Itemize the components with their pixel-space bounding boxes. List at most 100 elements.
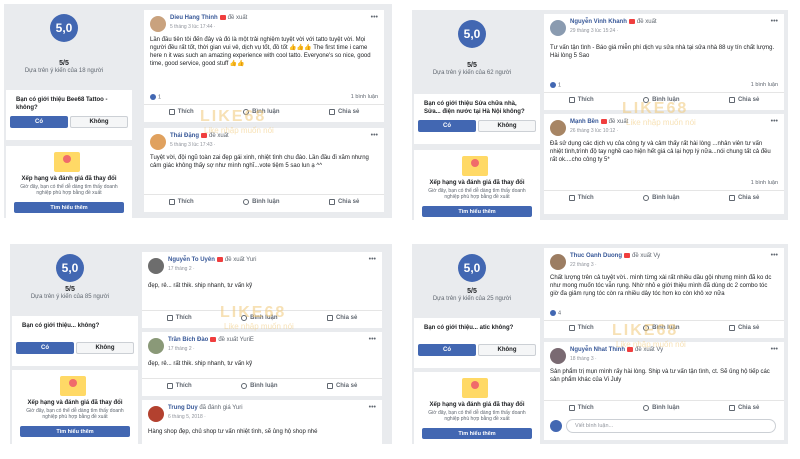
avatar[interactable]: [550, 20, 566, 36]
like-button[interactable]: Thích: [568, 194, 594, 201]
avatar[interactable]: [148, 258, 164, 274]
avatar[interactable]: [150, 16, 166, 32]
rating-sidebar: 5,0 5/5 Dựa trên ý kiến của 85 người Bạn…: [10, 244, 138, 444]
like-button[interactable]: Thích: [568, 324, 594, 331]
post-text: Tư vấn tận tình - Báo giá miễn phí dịch …: [550, 45, 775, 59]
comment-button[interactable]: Bình luận: [243, 198, 280, 205]
share-icon: [728, 404, 735, 411]
more-options-icon[interactable]: •••: [369, 336, 376, 343]
share-button[interactable]: Chia sẻ: [328, 198, 359, 205]
post-text: Lần đầu tiên tôi đến đây và đó là một tr…: [150, 37, 371, 67]
reviewer-name[interactable]: Trung Duy đã đánh giá Yuri: [168, 405, 243, 411]
share-button[interactable]: Chia sẻ: [326, 382, 357, 389]
reviewer-name-text[interactable]: Mạnh Bền: [570, 119, 599, 125]
comment-count[interactable]: 1 bình luận: [751, 180, 778, 186]
reviewer-name[interactable]: Trần Bích Đào đề xuất YuriE: [168, 337, 254, 343]
no-button[interactable]: Không: [478, 120, 536, 132]
more-options-icon[interactable]: •••: [771, 18, 778, 25]
learn-more-button[interactable]: Tìm hiểu thêm: [20, 426, 130, 437]
recommend-box: Bạn có giới thiệu... không? Có Không: [12, 316, 138, 366]
like-button[interactable]: Thích: [168, 198, 194, 205]
yes-button[interactable]: Có: [10, 116, 68, 128]
share-button[interactable]: Chia sẻ: [728, 96, 759, 103]
reviewer-name[interactable]: Thuc Oanh Duong đề xuất Vy: [570, 253, 660, 259]
post-time[interactable]: 5 tháng 3 lúc 17:43 ·: [170, 142, 216, 148]
promo-box: Xếp hạng và đánh giá đã thay đổi Giờ đây…: [414, 150, 540, 220]
yes-button[interactable]: Có: [418, 120, 476, 132]
avatar[interactable]: [550, 348, 566, 364]
share-button[interactable]: Chia sẻ: [328, 108, 359, 115]
promo-title: Xếp hạng và đánh giá đã thay đổi: [429, 180, 525, 186]
yes-button[interactable]: Có: [16, 342, 74, 354]
review-post: Dieu Hang Thinh đề xuất 5 tháng 3 lúc 17:…: [144, 10, 384, 122]
more-options-icon[interactable]: •••: [371, 14, 378, 21]
more-options-icon[interactable]: •••: [369, 404, 376, 411]
learn-more-button[interactable]: Tìm hiểu thêm: [422, 428, 532, 439]
recommend-flag-icon: [219, 15, 226, 20]
share-button[interactable]: Chia sẻ: [728, 194, 759, 201]
reviewer-name[interactable]: Nguyễn Vinh Khanh đề xuất: [570, 19, 657, 25]
reviewer-name[interactable]: Mạnh Bền đề xuất: [570, 119, 628, 125]
like-button[interactable]: Thích: [166, 382, 192, 389]
more-options-icon[interactable]: •••: [369, 256, 376, 263]
post-time[interactable]: 29 tháng 3 lúc 15:24 ·: [570, 28, 618, 34]
reviewer-name-text[interactable]: Nguyễn Vinh Khanh: [570, 19, 627, 25]
avatar[interactable]: [150, 134, 166, 150]
comment-count[interactable]: 1 bình luận: [751, 82, 778, 88]
reviewer-name-text[interactable]: Trần Bích Đào: [168, 337, 208, 343]
post-time[interactable]: 17 tháng 2 ·: [168, 346, 195, 352]
rating-score: 5/5: [467, 288, 477, 295]
learn-more-button[interactable]: Tìm hiểu thêm: [14, 202, 124, 213]
watermark-logo: LIKE68: [622, 100, 689, 117]
reviewer-name-text[interactable]: Thái Đặng: [170, 133, 199, 139]
more-options-icon[interactable]: •••: [771, 252, 778, 259]
reviewer-name[interactable]: Dieu Hang Thinh đề xuất: [170, 15, 247, 21]
avatar[interactable]: [550, 254, 566, 270]
review-post: Nguyễn Nhat Thinh đề xuất Vy 18 tháng 3 ·…: [544, 342, 784, 440]
more-options-icon[interactable]: •••: [771, 118, 778, 125]
share-button[interactable]: Chia sẻ: [728, 324, 759, 331]
like-button[interactable]: Thích: [168, 108, 194, 115]
no-button[interactable]: Không: [478, 344, 536, 356]
share-button[interactable]: Chia sẻ: [728, 404, 759, 411]
comment-count[interactable]: 1 bình luận: [351, 94, 378, 100]
comment-button[interactable]: Bình luận: [643, 194, 680, 201]
post-time[interactable]: 6 tháng 5, 2018 ·: [168, 414, 206, 420]
recommend-label: đề xuất YuriE: [218, 337, 254, 344]
reviewer-name-text[interactable]: Nguyễn To Uyên: [168, 257, 215, 263]
reviewer-name[interactable]: Nguyễn To Uyên đề xuất Yuri: [168, 257, 257, 263]
learn-more-button[interactable]: Tìm hiểu thêm: [422, 206, 532, 217]
comment-button[interactable]: Bình luận: [643, 404, 680, 411]
yes-button[interactable]: Có: [418, 344, 476, 356]
reaction-summary[interactable]: 1 1 bình luận: [550, 82, 778, 88]
reaction-summary[interactable]: 1 1 bình luận: [150, 94, 378, 100]
more-options-icon[interactable]: •••: [771, 346, 778, 353]
more-options-icon[interactable]: •••: [371, 132, 378, 139]
reaction-summary[interactable]: 4: [550, 310, 778, 316]
reviewer-name-text[interactable]: Dieu Hang Thinh: [170, 15, 218, 21]
share-icon: [728, 96, 735, 103]
reviewer-name-text[interactable]: Trung Duy: [168, 405, 198, 411]
comment-button[interactable]: Bình luận: [241, 382, 278, 389]
post-time[interactable]: 5 tháng 3 lúc 17:44 ·: [170, 24, 216, 30]
no-button[interactable]: Không: [70, 116, 128, 128]
like-button[interactable]: Thích: [568, 404, 594, 411]
like-button[interactable]: Thích: [568, 96, 594, 103]
comment-icon: [241, 382, 248, 389]
action-bar: Thích Bình luận Chia sẻ: [544, 400, 784, 414]
post-time[interactable]: 22 tháng 3 ·: [570, 262, 597, 268]
review-post: Trung Duy đã đánh giá Yuri 6 tháng 5, 20…: [142, 400, 382, 444]
avatar[interactable]: [550, 120, 566, 136]
avatar[interactable]: [148, 406, 164, 422]
avatar[interactable]: [148, 338, 164, 354]
share-button[interactable]: Chia sẻ: [326, 314, 357, 321]
reviewer-name-text[interactable]: Thuc Oanh Duong: [570, 253, 622, 259]
post-time[interactable]: 17 tháng 2 ·: [168, 266, 195, 272]
comment-input[interactable]: Viết bình luận...: [566, 419, 776, 433]
like-button[interactable]: Thích: [166, 314, 192, 321]
no-button[interactable]: Không: [76, 342, 134, 354]
current-user-avatar: [550, 420, 562, 432]
reaction-summary[interactable]: 1 bình luận: [550, 180, 778, 186]
post-time[interactable]: 26 tháng 3 lúc 10:12 ·: [570, 128, 618, 134]
post-time[interactable]: 18 tháng 3 ·: [570, 356, 597, 362]
